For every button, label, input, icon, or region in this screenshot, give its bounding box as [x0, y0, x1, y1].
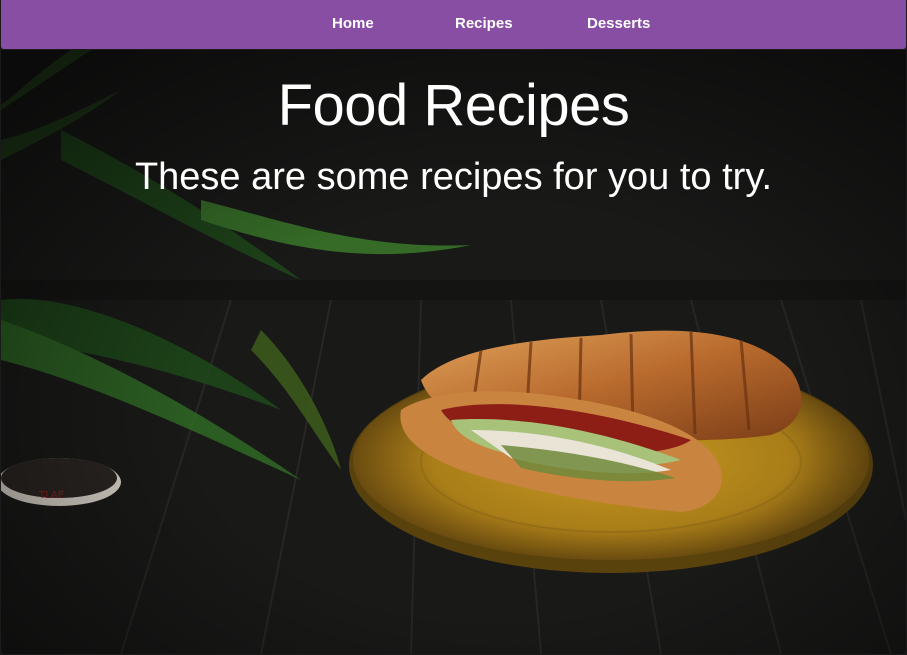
nav-link-desserts[interactable]: Desserts	[587, 15, 650, 32]
top-navbar: Home Recipes Desserts	[1, 0, 906, 49]
nav-link-recipes[interactable]: Recipes	[455, 15, 513, 32]
page-title: Food Recipes	[277, 73, 630, 138]
hero-section: TLAE Food Recipes These are some recipes…	[1, 50, 906, 654]
page-subtitle: These are some recipes for you to try.	[134, 156, 773, 198]
nav-link-home[interactable]: Home	[332, 15, 374, 32]
hero-background-photo: TLAE	[1, 50, 906, 654]
